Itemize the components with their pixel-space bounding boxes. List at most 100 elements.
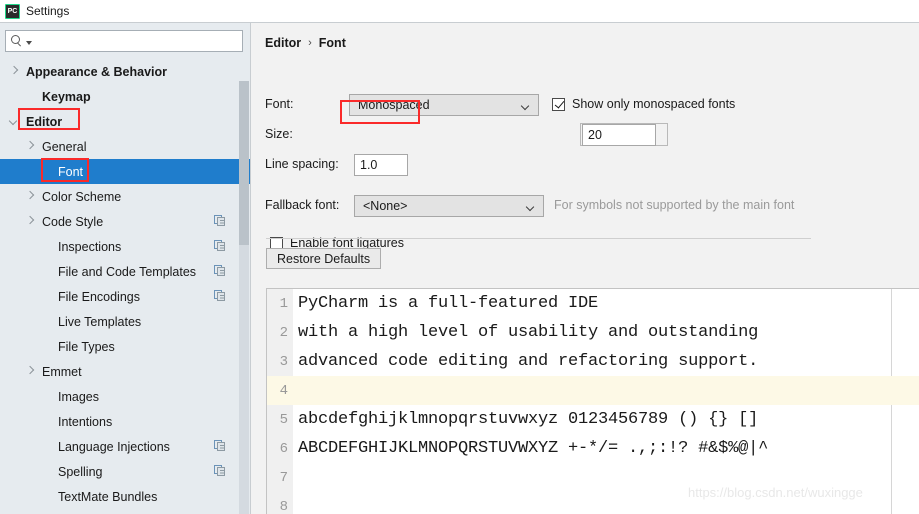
sidebar-item-label: File Encodings xyxy=(58,289,140,304)
sidebar-item-label: Keymap xyxy=(42,89,91,104)
sidebar-item-editor[interactable]: Editor xyxy=(0,109,238,134)
breadcrumb-separator-icon: › xyxy=(308,37,312,49)
preview-line[interactable]: 2 with a high level of usability and outs… xyxy=(267,318,919,347)
line-number: 2 xyxy=(279,324,288,341)
sidebar-item-emmet[interactable]: Emmet xyxy=(0,359,238,384)
sidebar-item-label: Appearance & Behavior xyxy=(26,64,168,79)
copy-icon[interactable] xyxy=(214,290,226,302)
fallback-label-wrap: Fallback font: xyxy=(265,198,339,212)
sidebar-scrollbar-track[interactable] xyxy=(239,81,249,514)
fallback-font-select[interactable]: <None> xyxy=(354,195,544,217)
breadcrumb-root[interactable]: Editor xyxy=(265,36,301,50)
chevron-down-icon[interactable] xyxy=(10,117,19,126)
sidebar-item-label: Color Scheme xyxy=(42,189,122,204)
sidebar-scrollbar-thumb[interactable] xyxy=(239,81,249,245)
preview-line[interactable]: 4 xyxy=(267,376,919,405)
chevron-down-icon[interactable] xyxy=(26,40,32,45)
copy-icon[interactable] xyxy=(214,240,226,252)
breadcrumb-leaf: Font xyxy=(318,36,346,50)
sidebar-item-label: Emmet xyxy=(42,364,82,379)
chevron-right-icon[interactable] xyxy=(10,67,19,76)
line-number: 1 xyxy=(279,295,288,312)
preview-line[interactable]: 3 advanced code editing and refactoring s… xyxy=(267,347,919,376)
watermark: https://blog.csdn.net/wuxingge xyxy=(688,485,863,500)
settings-sidebar: Appearance & Behavior Keymap Editor General… xyxy=(0,22,250,514)
line-number: 8 xyxy=(279,498,288,514)
window-title: Settings xyxy=(26,4,70,18)
breadcrumb: Editor › Font xyxy=(265,36,346,50)
sidebar-item-spelling[interactable]: Spelling xyxy=(0,459,238,484)
sidebar-item-label: Font xyxy=(58,164,84,179)
chevron-right-icon[interactable] xyxy=(26,192,35,201)
chevron-right-icon[interactable] xyxy=(26,367,35,376)
sidebar-item-label: Code Style xyxy=(42,214,104,229)
line-number: 4 xyxy=(279,382,288,399)
font-family-select[interactable]: Monospaced xyxy=(349,94,539,116)
sidebar-item-intentions[interactable]: Intentions xyxy=(0,409,238,434)
chevron-right-icon[interactable] xyxy=(26,217,35,226)
sidebar-item-label: File and Code Templates xyxy=(58,264,197,279)
window-titlebar: PC Settings xyxy=(0,0,919,22)
fallback-hint-wrap: For symbols not supported by the main fo… xyxy=(554,198,794,212)
sidebar-item-label: File Types xyxy=(58,339,115,354)
sidebar-item-label: Spelling xyxy=(58,464,103,479)
sidebar-item-label: Intentions xyxy=(58,414,113,429)
font-preview-editor[interactable]: 1 PyCharm is a full-featured IDE 2 with a h… xyxy=(266,288,919,514)
sidebar-item-label: Editor xyxy=(26,114,63,129)
line-number: 5 xyxy=(279,411,288,428)
show-monospaced-checkbox[interactable] xyxy=(552,97,565,111)
line-text: PyCharm is a full-featured IDE xyxy=(298,294,599,313)
preview-line[interactable]: 5 abcdefghijklmnopqrstuvwxyz 0123456789 (… xyxy=(267,405,919,434)
pycharm-icon: PC xyxy=(5,3,20,19)
settings-dialog: PC Settings Appearance & Behavior Keymap E… xyxy=(0,0,919,514)
show-monospaced-label: Show only monospaced fonts xyxy=(572,97,736,111)
sidebar-item-label: Images xyxy=(58,389,99,404)
sidebar-item-file-types[interactable]: File Types xyxy=(0,334,238,359)
sidebar-item-file-and-code-templates[interactable]: File and Code Templates xyxy=(0,259,238,284)
line-number: 3 xyxy=(279,353,288,370)
chevron-right-icon[interactable] xyxy=(26,142,35,151)
show-monospaced-wrap[interactable]: Show only monospaced fonts xyxy=(552,97,735,111)
fallback-font-label: Fallback font: xyxy=(265,198,340,212)
fallback-font-value: <None> xyxy=(363,199,408,213)
copy-icon[interactable] xyxy=(214,465,226,477)
line-text: abcdefghijklmnopqrstuvwxyz 0123456789 ()… xyxy=(298,410,759,429)
sidebar-item-images[interactable]: Images xyxy=(0,384,238,409)
search-box[interactable] xyxy=(5,30,243,52)
fallback-font-hint: For symbols not supported by the main fo… xyxy=(554,198,795,212)
chevron-down-icon xyxy=(522,103,529,110)
line-text: advanced code editing and refactoring su… xyxy=(298,352,759,371)
line-spacing-input[interactable] xyxy=(354,154,408,176)
sidebar-item-language-injections[interactable]: Language Injections xyxy=(0,434,238,459)
chevron-down-icon xyxy=(527,204,534,211)
line-number: 7 xyxy=(279,469,288,486)
size-input[interactable] xyxy=(582,124,656,146)
sidebar-item-live-templates[interactable]: Live Templates xyxy=(0,309,238,334)
sidebar-item-general[interactable]: General xyxy=(0,134,238,159)
preview-line[interactable]: 6 ABCDEFGHIJKLMNOPQRSTUVWXYZ +-*/= .,;:!?… xyxy=(267,434,919,463)
restore-defaults-button[interactable]: Restore Defaults xyxy=(266,248,382,269)
sidebar-item-label: Language Injections xyxy=(58,439,170,454)
sidebar-item-keymap[interactable]: Keymap xyxy=(0,84,238,109)
sidebar-item-code-style[interactable]: Code Style xyxy=(0,209,238,234)
search-input[interactable] xyxy=(34,32,242,50)
line-number: 6 xyxy=(279,440,288,457)
sidebar-item-appearance-behavior[interactable]: Appearance & Behavior xyxy=(0,59,238,84)
sidebar-item-color-scheme[interactable]: Color Scheme xyxy=(0,184,238,209)
size-label: Size: xyxy=(265,127,293,141)
size-label-wrap: Size: xyxy=(265,127,293,141)
copy-icon[interactable] xyxy=(214,440,226,452)
line-spacing-label-wrap: Line spacing: xyxy=(265,157,339,171)
line-text: with a high level of usability and outst… xyxy=(298,323,759,342)
copy-icon[interactable] xyxy=(214,265,226,277)
font-label-wrap: Font: xyxy=(265,97,294,111)
sidebar-item-font[interactable]: Font xyxy=(0,159,250,184)
preview-line[interactable]: 1 PyCharm is a full-featured IDE xyxy=(267,289,919,318)
sidebar-item-inspections[interactable]: Inspections xyxy=(0,234,238,259)
sidebar-item-textmate-bundles[interactable]: TextMate Bundles xyxy=(0,484,238,509)
sidebar-item-label: Inspections xyxy=(58,239,122,254)
copy-icon[interactable] xyxy=(214,215,226,227)
settings-tree: Appearance & Behavior Keymap Editor General… xyxy=(0,59,250,509)
sidebar-item-label: TextMate Bundles xyxy=(58,489,158,504)
sidebar-item-file-encodings[interactable]: File Encodings xyxy=(0,284,238,309)
